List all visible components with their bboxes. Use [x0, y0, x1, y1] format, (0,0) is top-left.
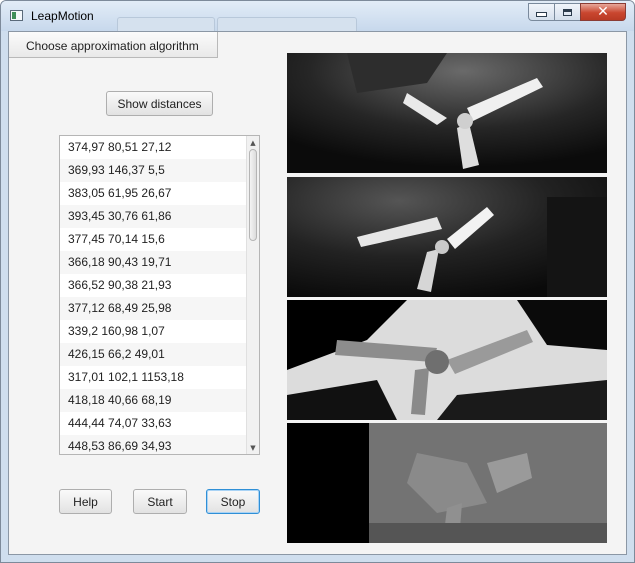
- list-item[interactable]: 426,15 66,2 49,01: [60, 343, 246, 366]
- list-item[interactable]: 418,18 40,66 68,19: [60, 389, 246, 412]
- processed-image: [287, 300, 607, 420]
- list-item[interactable]: 317,01 102,1 1153,18: [60, 366, 246, 389]
- menu-choose-algorithm[interactable]: Choose approximation algorithm: [26, 39, 199, 53]
- distances-list[interactable]: 374,97 80,51 27,12 369,93 146,37 5,5 383,0…: [59, 135, 260, 455]
- list-item[interactable]: 377,45 70,14 15,6: [60, 228, 246, 251]
- list-item[interactable]: 366,52 90,38 21,93: [60, 274, 246, 297]
- scroll-thumb[interactable]: [249, 149, 257, 241]
- list-item[interactable]: 339,2 160,98 1,07: [60, 320, 246, 343]
- minimize-button[interactable]: [528, 3, 555, 21]
- client-area: Choose approximation algorithm Show dist…: [8, 31, 627, 555]
- show-distances-button[interactable]: Show distances: [106, 91, 213, 116]
- background-tab: [217, 17, 357, 32]
- left-camera-image: [287, 53, 607, 173]
- app-window: LeapMotion ✕ Choose approximation algori…: [0, 0, 635, 563]
- stop-button[interactable]: Stop: [206, 489, 260, 514]
- right-camera-image: [287, 177, 607, 297]
- help-button[interactable]: Help: [59, 489, 112, 514]
- depth-map-image: [287, 423, 607, 543]
- close-icon: ✕: [597, 4, 609, 20]
- background-tab: [117, 17, 215, 32]
- background-tabs: [117, 13, 357, 32]
- scroll-up-icon[interactable]: ▲: [247, 136, 259, 149]
- list-item[interactable]: 383,05 61,95 26,67: [60, 182, 246, 205]
- maximize-button[interactable]: [554, 3, 581, 21]
- close-button[interactable]: ✕: [580, 3, 626, 21]
- window-title: LeapMotion: [31, 9, 94, 23]
- list-item[interactable]: 377,12 68,49 25,98: [60, 297, 246, 320]
- list-item[interactable]: 444,44 74,07 33,63: [60, 412, 246, 435]
- vertical-scrollbar[interactable]: ▲ ▼: [246, 136, 259, 454]
- list-item[interactable]: 366,18 90,43 19,71: [60, 251, 246, 274]
- list-item[interactable]: 374,97 80,51 27,12: [60, 136, 246, 159]
- list-item[interactable]: 448,53 86,69 34,93: [60, 435, 246, 454]
- list-item[interactable]: 369,93 146,37 5,5: [60, 159, 246, 182]
- app-icon: [10, 10, 23, 21]
- list-item[interactable]: 393,45 30,76 61,86: [60, 205, 246, 228]
- menu-bar: Choose approximation algorithm: [9, 32, 218, 58]
- minimize-icon: [536, 12, 547, 17]
- distances-list-items: 374,97 80,51 27,12 369,93 146,37 5,5 383,0…: [60, 136, 246, 454]
- scroll-down-icon[interactable]: ▼: [247, 441, 259, 454]
- start-button[interactable]: Start: [133, 489, 187, 514]
- maximize-icon: [563, 8, 572, 16]
- title-bar[interactable]: LeapMotion ✕: [1, 1, 634, 32]
